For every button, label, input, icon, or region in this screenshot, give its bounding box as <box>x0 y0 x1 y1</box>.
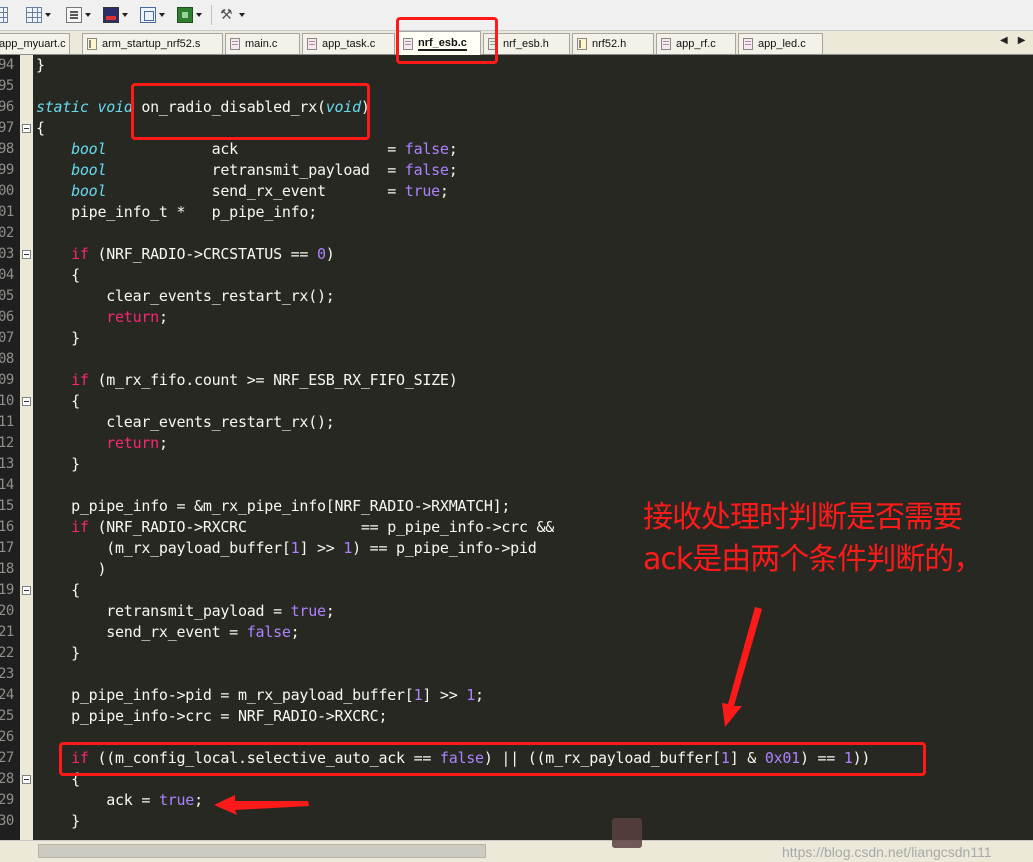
arrow-down-icon <box>722 607 762 727</box>
annotation-arrows <box>214 607 762 815</box>
arrow-left-icon <box>214 795 309 815</box>
